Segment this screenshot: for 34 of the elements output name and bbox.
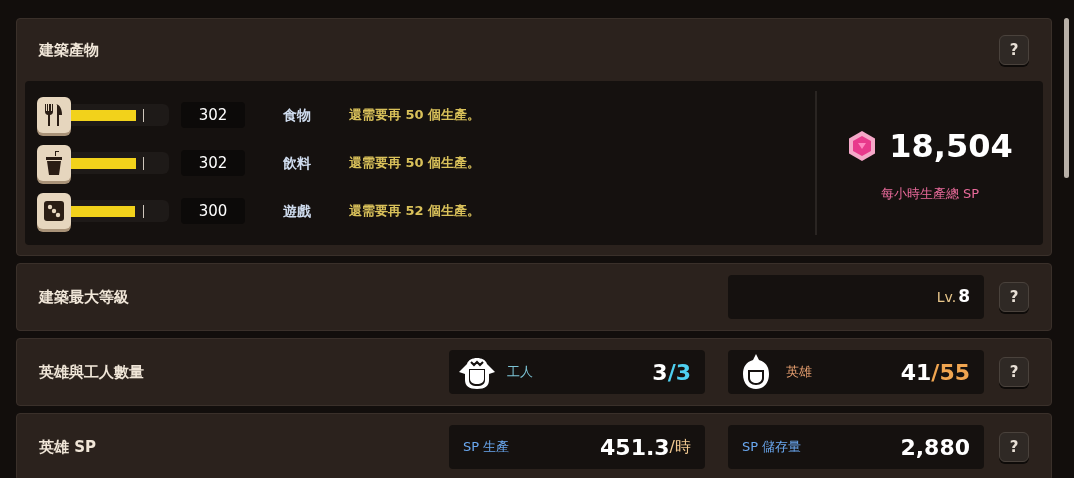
- production-note: 還需要再 50 個生產。: [349, 154, 481, 173]
- scrollbar[interactable]: [1063, 18, 1069, 178]
- gem-icon: [847, 130, 878, 163]
- help-button[interactable]: ?: [999, 35, 1029, 65]
- section-title: 英雄與工人數量: [39, 361, 145, 383]
- current-count: 3: [652, 358, 668, 387]
- sp-value: 451.3: [600, 433, 670, 462]
- section-title: 建築最大等級: [39, 286, 130, 308]
- count-label: 英雄: [786, 363, 813, 382]
- section-title: 英雄 SP: [39, 436, 98, 458]
- level-value: 8: [958, 285, 970, 309]
- count-value: 300: [181, 198, 245, 224]
- sp-value: 2,880: [900, 433, 970, 462]
- count-label: 工人: [507, 363, 534, 382]
- help-button[interactable]: ?: [999, 357, 1029, 387]
- item-name: 飲料: [283, 153, 312, 173]
- production-note: 還需要再 50 個生產。: [349, 106, 481, 125]
- section-title: 建築產物: [39, 39, 99, 61]
- item-name: 遊戲: [283, 201, 312, 221]
- total-sp-label: 每小時生產總 SP: [880, 185, 980, 204]
- max-count: /3: [667, 358, 691, 387]
- sp-label: SP 生產: [463, 438, 511, 457]
- count-value: 302: [181, 150, 245, 176]
- help-button[interactable]: ?: [999, 282, 1029, 312]
- sp-label: SP 儲存量: [742, 438, 803, 457]
- current-count: 41: [900, 358, 932, 387]
- sp-unit: /時: [669, 436, 691, 458]
- max-count: /55: [931, 358, 970, 387]
- item-name: 食物: [283, 105, 312, 125]
- level-prefix: Lv.: [936, 287, 957, 307]
- production-note: 還需要再 52 個生產。: [349, 202, 481, 221]
- count-value: 302: [181, 102, 245, 128]
- help-button[interactable]: ?: [999, 432, 1029, 462]
- total-sp-value: 18,504: [889, 126, 1013, 168]
